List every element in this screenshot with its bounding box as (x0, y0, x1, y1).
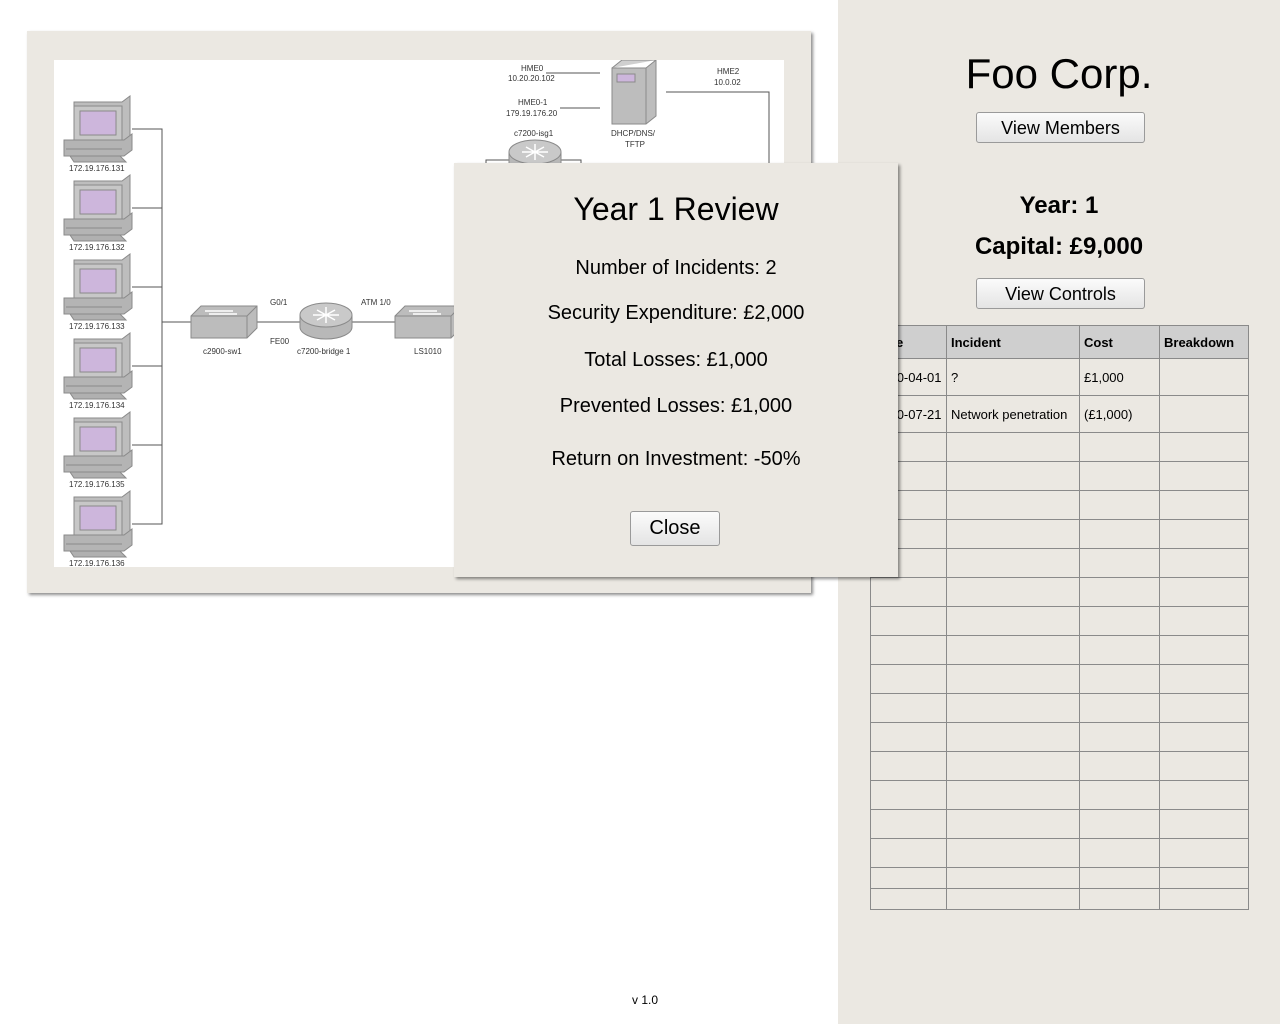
switch-c2900 (190, 305, 258, 339)
interface-label: HME0 (521, 64, 544, 73)
host-2 (63, 174, 133, 242)
host-6 (63, 490, 133, 558)
cell-cost: (£1,000) (1079, 395, 1160, 433)
incident-count: Number of Incidents: 2 (575, 257, 777, 279)
year-display: Year: 1 (1019, 192, 1099, 219)
cell-incident: Network penetration (946, 395, 1080, 433)
incident-table-header: Date Incident Cost Breakdown (870, 325, 1249, 359)
prevented-losses: Prevented Losses: £1,000 (559, 395, 793, 417)
table-row-empty (870, 490, 1249, 520)
server-label: DHCP/DNS/ (611, 129, 656, 138)
cell-cost: £1,000 (1079, 358, 1160, 396)
interface-label: HME2 (717, 67, 740, 76)
interface-ip: 10.20.20.102 (508, 74, 555, 83)
capital-display: Capital: £9,000 (974, 233, 1144, 260)
host-label: 172.19.176.136 (69, 559, 125, 567)
table-row-empty (870, 606, 1249, 636)
table-row-empty (870, 867, 1249, 889)
table-row-empty (870, 809, 1249, 839)
table-row-empty (870, 635, 1249, 665)
table-row-empty (870, 664, 1249, 694)
switch-label: LS1010 (414, 347, 442, 356)
table-row-empty (870, 432, 1249, 462)
host-3 (63, 253, 133, 321)
cell-incident: ? (946, 358, 1080, 396)
table-row-empty (870, 577, 1249, 607)
port-label: G0/1 (270, 298, 288, 307)
cell-breakdown[interactable] (1159, 395, 1249, 433)
switch-label: c2900-sw1 (203, 347, 242, 356)
server-label: TFTP (625, 140, 645, 149)
host-1 (63, 95, 133, 163)
table-row-empty (870, 722, 1249, 752)
router-bridge (299, 302, 353, 340)
table-row-empty (870, 751, 1249, 781)
table-row-empty (870, 693, 1249, 723)
cell-breakdown[interactable] (1159, 358, 1249, 396)
company-name: Foo Corp. (965, 50, 1153, 97)
router-label: c7200-bridge 1 (297, 347, 351, 356)
port-label: ATM 1/0 (361, 298, 391, 307)
table-row[interactable]: 2000-04-01 ? £1,000 (870, 358, 1249, 396)
host-label: 172.19.176.134 (69, 401, 125, 410)
router-label: c7200-isg1 (514, 129, 554, 138)
close-button[interactable]: Close (630, 511, 720, 546)
table-row-empty (870, 838, 1249, 868)
table-row[interactable]: 2000-07-21 Network penetration (£1,000) (870, 395, 1249, 433)
header-cost: Cost (1079, 325, 1160, 359)
view-members-button[interactable]: View Members (976, 112, 1145, 143)
year-review-dialog: Year 1 Review Number of Incidents: 2 Sec… (454, 163, 898, 577)
view-controls-button[interactable]: View Controls (976, 278, 1145, 309)
port-label: FE00 (270, 337, 290, 346)
host-label: 172.19.176.132 (69, 243, 125, 252)
host-5 (63, 411, 133, 479)
table-row-empty (870, 548, 1249, 578)
total-losses: Total Losses: £1,000 (584, 349, 768, 371)
table-row-empty (870, 461, 1249, 491)
security-expenditure: Security Expenditure: £2,000 (547, 302, 805, 324)
interface-label: HME0-1 (518, 98, 548, 107)
header-breakdown: Breakdown (1159, 325, 1249, 359)
table-row-empty (870, 888, 1249, 910)
incident-table: Date Incident Cost Breakdown 2000-04-01 … (870, 325, 1249, 910)
host-label: 172.19.176.131 (69, 164, 125, 173)
table-row-empty (870, 780, 1249, 810)
dialog-title: Year 1 Review (573, 191, 779, 227)
interface-ip: 179.19.176.20 (506, 109, 558, 118)
host-label: 172.19.176.135 (69, 480, 125, 489)
table-row-empty (870, 519, 1249, 549)
server-dhcp (611, 60, 657, 125)
interface-ip: 10.0.02 (714, 78, 741, 87)
host-4 (63, 332, 133, 400)
host-label: 172.19.176.133 (69, 322, 125, 331)
switch-ls1010 (394, 305, 462, 339)
return-on-investment: Return on Investment: -50% (551, 448, 801, 470)
header-incident: Incident (946, 325, 1080, 359)
version-label: v 1.0 (632, 993, 659, 1007)
